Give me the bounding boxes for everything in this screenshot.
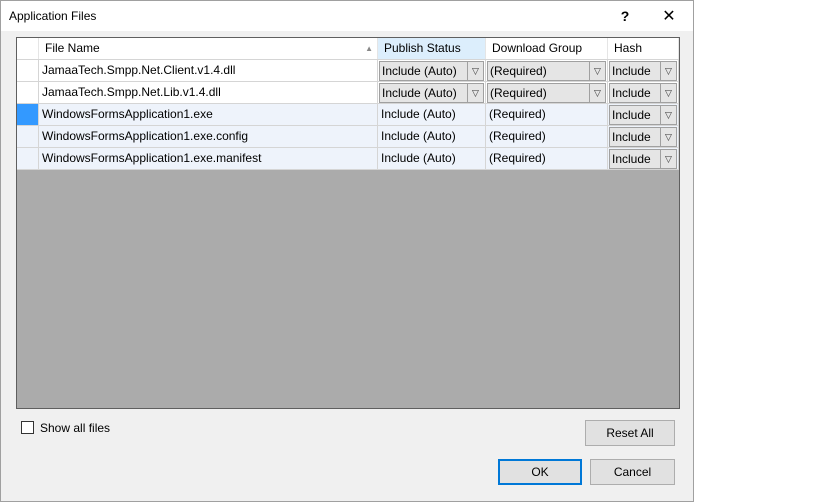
column-header-download-group[interactable]: Download Group <box>486 38 608 59</box>
hash-cell[interactable]: Include ▽ <box>608 60 679 82</box>
download-group-cell[interactable]: (Required) ▽ <box>486 60 608 82</box>
publish-status-dropdown[interactable]: Include (Auto) ▽ <box>379 83 484 103</box>
row-header-corner <box>17 38 39 59</box>
table-row[interactable]: JamaaTech.Smpp.Net.Lib.v1.4.dll Include … <box>17 82 679 104</box>
title-bar: Application Files ? ✕ <box>1 1 693 31</box>
file-name-cell[interactable]: JamaaTech.Smpp.Net.Client.v1.4.dll <box>39 60 378 82</box>
help-icon[interactable]: ? <box>605 1 645 31</box>
table-row[interactable]: WindowsFormsApplication1.exe.config Incl… <box>17 126 679 148</box>
application-files-dialog: Application Files ? ✕ File Name ▲ Publis… <box>0 0 694 502</box>
publish-status-cell[interactable]: Include (Auto) ▽ <box>378 82 486 104</box>
row-selector[interactable] <box>17 82 39 104</box>
show-all-files-label[interactable]: Show all files <box>40 421 110 435</box>
ok-button[interactable]: OK <box>498 459 582 485</box>
download-group-cell[interactable]: (Required) <box>486 104 608 126</box>
file-name-cell[interactable]: JamaaTech.Smpp.Net.Lib.v1.4.dll <box>39 82 378 104</box>
publish-status-cell[interactable]: Include (Auto) <box>378 148 486 170</box>
close-icon[interactable]: ✕ <box>649 1 689 31</box>
chevron-down-icon[interactable]: ▽ <box>467 62 483 80</box>
column-header-file-name[interactable]: File Name ▲ <box>39 38 378 59</box>
publish-status-cell[interactable]: Include (Auto) <box>378 126 486 148</box>
file-name-cell[interactable]: WindowsFormsApplication1.exe.manifest <box>39 148 378 170</box>
chevron-down-icon[interactable]: ▽ <box>660 106 676 124</box>
chevron-down-icon[interactable]: ▽ <box>660 128 676 146</box>
download-group-dropdown[interactable]: (Required) ▽ <box>487 83 606 103</box>
chevron-down-icon[interactable]: ▽ <box>660 84 676 102</box>
grid-header: File Name ▲ Publish Status Download Grou… <box>17 38 679 60</box>
row-selector[interactable] <box>17 126 39 148</box>
row-selector[interactable] <box>17 104 39 126</box>
hash-dropdown[interactable]: Include ▽ <box>609 105 677 125</box>
publish-status-cell[interactable]: Include (Auto) ▽ <box>378 60 486 82</box>
publish-status-dropdown[interactable]: Include (Auto) ▽ <box>379 61 484 81</box>
chevron-down-icon[interactable]: ▽ <box>589 62 605 80</box>
table-row[interactable]: WindowsFormsApplication1.exe.manifest In… <box>17 148 679 170</box>
row-selector[interactable] <box>17 148 39 170</box>
hash-cell[interactable]: Include ▽ <box>608 148 679 170</box>
file-name-cell[interactable]: WindowsFormsApplication1.exe <box>39 104 378 126</box>
hash-dropdown[interactable]: Include ▽ <box>609 61 677 81</box>
chevron-down-icon[interactable]: ▽ <box>467 84 483 102</box>
file-name-cell[interactable]: WindowsFormsApplication1.exe.config <box>39 126 378 148</box>
reset-all-button[interactable]: Reset All <box>585 420 675 446</box>
table-row[interactable]: JamaaTech.Smpp.Net.Client.v1.4.dll Inclu… <box>17 60 679 82</box>
hash-dropdown[interactable]: Include ▽ <box>609 149 677 169</box>
download-group-dropdown[interactable]: (Required) ▽ <box>487 61 606 81</box>
chevron-down-icon[interactable]: ▽ <box>660 150 676 168</box>
download-group-cell[interactable]: (Required) <box>486 148 608 170</box>
sort-ascending-icon: ▲ <box>365 44 373 53</box>
window-title: Application Files <box>9 9 97 23</box>
hash-dropdown[interactable]: Include ▽ <box>609 83 677 103</box>
hash-dropdown[interactable]: Include ▽ <box>609 127 677 147</box>
files-grid[interactable]: File Name ▲ Publish Status Download Grou… <box>16 37 680 409</box>
hash-cell[interactable]: Include ▽ <box>608 104 679 126</box>
download-group-cell[interactable]: (Required) <box>486 126 608 148</box>
column-header-hash[interactable]: Hash <box>608 38 679 59</box>
show-all-files-checkbox[interactable] <box>21 421 34 434</box>
chevron-down-icon[interactable]: ▽ <box>660 62 676 80</box>
chevron-down-icon[interactable]: ▽ <box>589 84 605 102</box>
hash-cell[interactable]: Include ▽ <box>608 126 679 148</box>
download-group-cell[interactable]: (Required) ▽ <box>486 82 608 104</box>
column-header-publish-status[interactable]: Publish Status <box>378 38 486 59</box>
row-selector[interactable] <box>17 60 39 82</box>
publish-status-cell[interactable]: Include (Auto) <box>378 104 486 126</box>
cancel-button[interactable]: Cancel <box>590 459 675 485</box>
table-row[interactable]: WindowsFormsApplication1.exe Include (Au… <box>17 104 679 126</box>
hash-cell[interactable]: Include ▽ <box>608 82 679 104</box>
